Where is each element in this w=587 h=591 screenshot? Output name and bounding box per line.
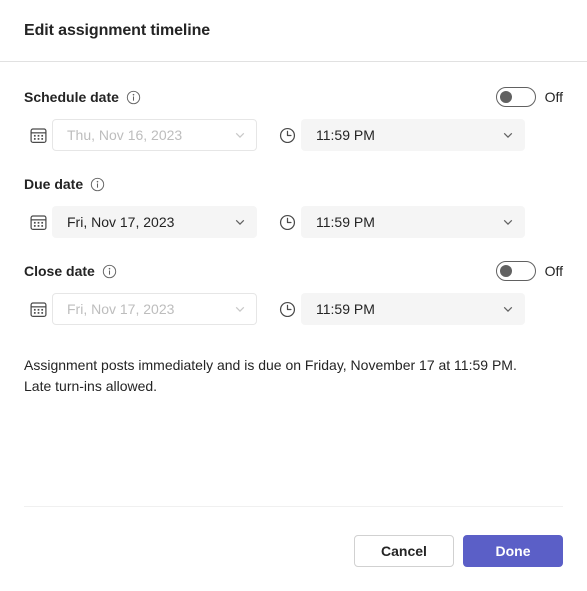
close-date-field[interactable]: Fri, Nov 17, 2023 [52, 293, 257, 325]
schedule-date-toggle-wrap: Off [495, 87, 563, 107]
chevron-down-icon [234, 303, 246, 315]
chevron-down-icon [502, 129, 514, 141]
chevron-down-icon [502, 303, 514, 315]
due-time-value: 11:59 PM [316, 214, 375, 230]
footer-buttons: Cancel Done [24, 535, 563, 567]
due-date-label-row: Due date [24, 173, 563, 195]
calendar-icon [24, 295, 52, 323]
calendar-icon [24, 208, 52, 236]
schedule-date-label-row: Schedule date Off [24, 86, 563, 108]
page-title: Edit assignment timeline [24, 21, 211, 39]
info-icon[interactable] [102, 264, 117, 279]
close-date-toggle-wrap: Off [495, 261, 563, 281]
timeline-summary-text: Assignment posts immediately and is due … [24, 357, 517, 394]
schedule-date-field[interactable]: Thu, Nov 16, 2023 [52, 119, 257, 151]
due-date-field[interactable]: Fri, Nov 17, 2023 [52, 206, 257, 238]
edit-assignment-timeline-dialog: Edit assignment timeline Schedule date O… [0, 0, 587, 591]
close-date-value: Fri, Nov 17, 2023 [67, 301, 175, 317]
schedule-time-field[interactable]: 11:59 PM [301, 119, 525, 151]
field-group-schedule-date: Schedule date Off Thu, Nov 16, 2023 11:5… [24, 86, 563, 151]
clock-icon [273, 121, 301, 149]
footer-divider [24, 506, 563, 507]
done-button[interactable]: Done [463, 535, 563, 567]
clock-icon [273, 295, 301, 323]
cancel-button[interactable]: Cancel [354, 535, 454, 567]
toggle-knob [499, 265, 512, 277]
close-date-inputs: Fri, Nov 17, 2023 11:59 PM [24, 293, 563, 325]
due-time-field[interactable]: 11:59 PM [301, 206, 525, 238]
schedule-date-toggle[interactable] [495, 87, 536, 107]
schedule-time-value: 11:59 PM [316, 127, 375, 143]
schedule-date-value: Thu, Nov 16, 2023 [67, 127, 183, 143]
close-date-toggle[interactable] [495, 261, 536, 281]
info-icon[interactable] [126, 90, 141, 105]
due-date-value: Fri, Nov 17, 2023 [67, 214, 175, 230]
close-date-toggle-state: Off [544, 263, 563, 279]
schedule-date-inputs: Thu, Nov 16, 2023 11:59 PM [24, 119, 563, 151]
close-time-field[interactable]: 11:59 PM [301, 293, 525, 325]
schedule-date-label: Schedule date [24, 89, 119, 105]
dialog-body: Schedule date Off Thu, Nov 16, 2023 11:5… [0, 62, 587, 506]
due-date-label: Due date [24, 176, 84, 192]
info-icon[interactable] [90, 177, 105, 192]
toggle-knob [499, 91, 512, 103]
chevron-down-icon [234, 129, 246, 141]
due-date-inputs: Fri, Nov 17, 2023 11:59 PM [24, 206, 563, 238]
calendar-icon [24, 121, 52, 149]
field-group-close-date: Close date Off Fri, Nov 17, 2023 11:59 P… [24, 260, 563, 325]
field-group-due-date: Due date Fri, Nov 17, 2023 11:59 PM [24, 173, 563, 238]
dialog-footer: Cancel Done [0, 506, 587, 591]
chevron-down-icon [502, 216, 514, 228]
schedule-date-toggle-state: Off [544, 89, 563, 105]
chevron-down-icon [234, 216, 246, 228]
close-date-label-row: Close date Off [24, 260, 563, 282]
clock-icon [273, 208, 301, 236]
close-date-label: Close date [24, 263, 95, 279]
close-time-value: 11:59 PM [316, 301, 375, 317]
dialog-header: Edit assignment timeline [0, 0, 587, 62]
